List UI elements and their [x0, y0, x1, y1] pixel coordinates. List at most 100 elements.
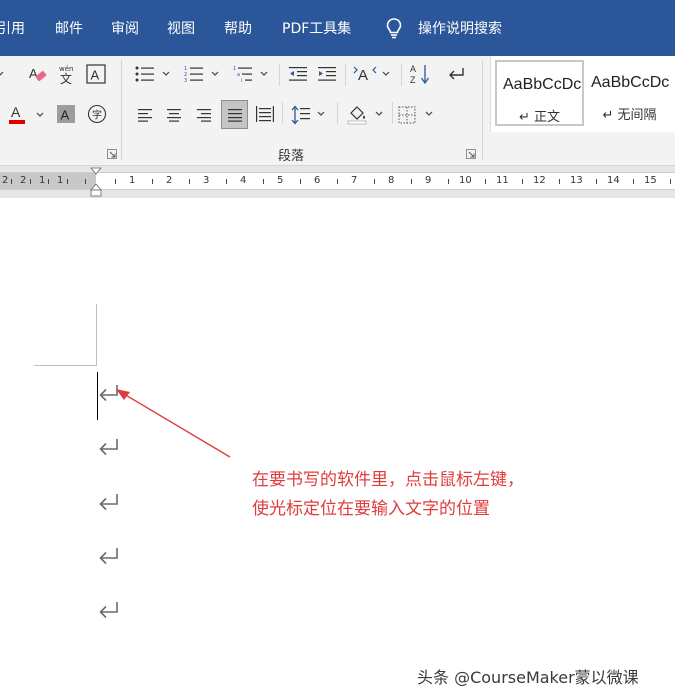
multilevel-dropdown-icon[interactable] — [258, 68, 270, 80]
ruler-tick — [559, 179, 560, 184]
svg-text:A: A — [91, 68, 100, 83]
svg-text:A: A — [410, 64, 416, 74]
tab-pdf-tools[interactable]: PDF工具集 — [282, 18, 351, 38]
ruler-label: 15 — [644, 175, 657, 186]
separator — [401, 64, 402, 86]
ruler-tick — [67, 179, 68, 184]
separator — [392, 102, 393, 124]
ruler-label: 2 — [166, 175, 173, 186]
center-icon[interactable] — [162, 104, 186, 126]
font-color-dropdown-icon[interactable] — [33, 108, 47, 122]
ruler-tick — [411, 179, 412, 184]
tab-view[interactable]: 视图 — [167, 18, 195, 38]
ruler-label: 6 — [314, 175, 321, 186]
font-color-icon[interactable]: A — [6, 102, 28, 126]
ruler-tick — [48, 179, 49, 184]
styles-gallery: AaBbCcDc ↵ 正文 AaBbCcDc ↵ 无间隔 — [490, 56, 675, 132]
margin-corner-mark — [34, 365, 97, 366]
ruler-label: 13 — [570, 175, 583, 186]
numbering-icon[interactable]: 123 — [182, 64, 206, 84]
distributed-icon[interactable] — [253, 102, 277, 126]
ruler-bar: 2 2 1 1 1 2 3 4 5 6 7 8 9 10 11 12 13 14 15 — [0, 166, 675, 198]
ruler-label: 4 — [240, 175, 247, 186]
svg-text:1: 1 — [233, 66, 236, 72]
lightbulb-icon — [386, 18, 402, 39]
borders-icon[interactable] — [396, 104, 418, 126]
ruler-label: 9 — [425, 175, 432, 186]
svg-text:i: i — [241, 78, 242, 83]
paragraph-dialog-launcher-icon[interactable] — [466, 149, 476, 159]
enclose-characters-icon[interactable]: 字 — [86, 103, 108, 125]
svg-text:A: A — [11, 104, 21, 120]
bullets-dropdown-icon[interactable] — [160, 68, 172, 80]
ruler-tick — [226, 179, 227, 184]
decrease-indent-icon[interactable] — [286, 64, 310, 84]
separator — [279, 64, 280, 86]
line-spacing-icon[interactable] — [289, 103, 313, 127]
sort-icon[interactable]: AZ — [408, 62, 432, 86]
separator — [282, 102, 283, 124]
tell-me-search[interactable]: 操作说明搜索 — [418, 18, 502, 38]
ruler-tick — [670, 179, 671, 184]
paragraph-group-label: 段落 — [277, 149, 304, 164]
ruler-tick — [152, 179, 153, 184]
font-dialog-launcher-icon[interactable] — [107, 149, 117, 159]
style-no-spacing[interactable]: AaBbCcDc ↵ 无间隔 — [585, 60, 674, 126]
ruler-label: 10 — [459, 175, 472, 186]
style-name: ↵ 无间隔 — [602, 108, 657, 123]
justify-icon[interactable] — [221, 100, 248, 129]
shading-icon[interactable] — [344, 102, 370, 126]
ruler-label: 8 — [388, 175, 395, 186]
phonetic-guide-icon[interactable]: wén 文 — [55, 62, 79, 86]
document-page[interactable]: 在要书写的软件里，点击鼠标左键， 使光标定位在要输入文字的位置 — [0, 198, 675, 697]
line-spacing-dropdown-icon[interactable] — [315, 108, 327, 120]
tab-help[interactable]: 帮助 — [224, 18, 252, 38]
ruler-tick — [337, 179, 338, 184]
ruler-tick — [485, 179, 486, 184]
style-normal[interactable]: AaBbCcDc ↵ 正文 — [495, 60, 584, 126]
increase-indent-icon[interactable] — [315, 64, 339, 84]
show-marks-icon[interactable] — [444, 63, 468, 85]
ribbon-tab-bar: 引用 邮件 审阅 视图 帮助 PDF工具集 操作说明搜索 — [0, 0, 675, 56]
ruler-label: 11 — [496, 175, 509, 186]
align-left-icon[interactable] — [133, 104, 157, 126]
borders-dropdown-icon[interactable] — [423, 108, 435, 120]
style-sample: AaBbCcDc — [503, 76, 582, 93]
style-name: ↵ 正文 — [518, 110, 561, 125]
svg-text:3: 3 — [184, 78, 187, 83]
ruler-label: 12 — [533, 175, 546, 186]
svg-text:文: 文 — [60, 71, 72, 85]
shading-dropdown-icon[interactable] — [373, 108, 385, 120]
bullets-icon[interactable] — [133, 64, 157, 84]
svg-text:A: A — [358, 67, 368, 84]
character-border-icon[interactable]: A — [85, 63, 107, 85]
annotation-line: 在要书写的软件里，点击鼠标左键， — [252, 470, 524, 490]
ruler-tick — [300, 179, 301, 184]
align-right-icon[interactable] — [192, 104, 216, 126]
tab-mailings[interactable]: 邮件 — [55, 18, 83, 38]
numbering-dropdown-icon[interactable] — [209, 68, 221, 80]
ruler-tick — [263, 179, 264, 184]
svg-text:A: A — [29, 66, 38, 81]
multilevel-list-icon[interactable]: 1ai — [231, 64, 255, 84]
font-size-dropdown-icon[interactable] — [0, 64, 6, 84]
ribbon: A wén 文 A A A 字 123 1ai A A Z 段落 AaBbCcD… — [0, 56, 675, 166]
group-separator — [482, 60, 483, 160]
style-sample: AaBbCcDc — [591, 74, 670, 91]
ruler-label: 14 — [607, 175, 620, 186]
character-scaling-icon[interactable]: A — [352, 63, 378, 85]
ruler-tick — [448, 179, 449, 184]
scaling-dropdown-icon[interactable] — [380, 68, 392, 80]
clear-formatting-icon[interactable]: A — [27, 62, 49, 86]
character-shading-icon[interactable]: A — [55, 103, 77, 125]
ruler-label: 1 — [129, 175, 136, 186]
paragraph-mark-icon — [99, 602, 118, 619]
indent-marker-icon[interactable] — [90, 167, 102, 197]
tab-review[interactable]: 审阅 — [111, 18, 139, 38]
annotation-text: 在要书写的软件里，点击鼠标左键， 使光标定位在要输入文字的位置 — [252, 466, 524, 524]
ruler-tick — [85, 179, 86, 184]
ruler-tick — [374, 179, 375, 184]
svg-text:字: 字 — [92, 109, 102, 122]
ruler-tick — [633, 179, 634, 184]
tab-references[interactable]: 引用 — [0, 18, 25, 38]
